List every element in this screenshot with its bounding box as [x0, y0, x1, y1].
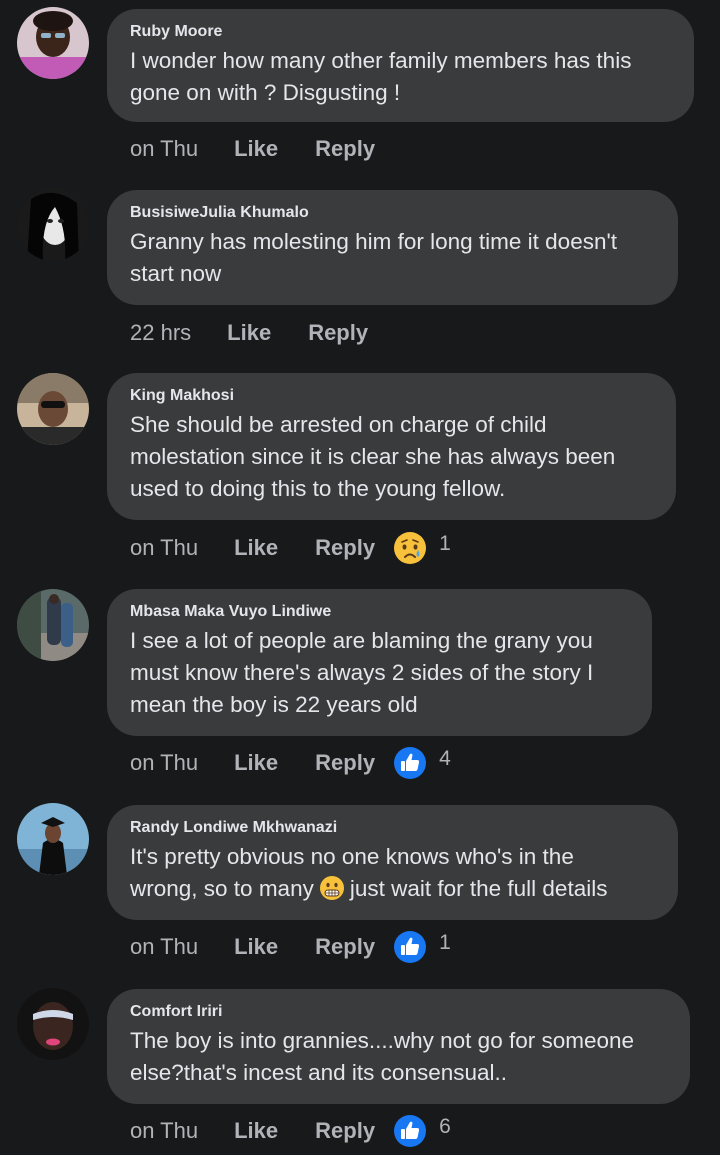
- comment-text-segment: wrong, so to many: [130, 876, 314, 901]
- comment-bubble: Comfort Iriri The boy is into grannies..…: [107, 989, 690, 1104]
- reaction-count[interactable]: 6: [439, 1115, 451, 1139]
- comment-author[interactable]: Comfort Iriri: [130, 1002, 668, 1022]
- comment-text-segment: just wait for the full details: [349, 876, 608, 901]
- comment-timestamp[interactable]: on Thu: [130, 750, 198, 776]
- comment-author[interactable]: BusisiweJulia Khumalo: [130, 203, 656, 223]
- like-button[interactable]: Like: [227, 320, 271, 346]
- avatar[interactable]: [17, 589, 89, 661]
- avatar[interactable]: [17, 189, 89, 261]
- comment-author[interactable]: Mbasa Maka Vuyo Lindiwe: [130, 602, 630, 622]
- reply-button[interactable]: Reply: [308, 320, 368, 346]
- comment-text-line: It's pretty obvious no one knows who's i…: [130, 844, 574, 869]
- comment-bubble: King Makhosi She should be arrested on c…: [107, 373, 676, 520]
- comment-text: It's pretty obvious no one knows who's i…: [130, 841, 656, 905]
- reply-button[interactable]: Reply: [315, 136, 375, 162]
- like-button[interactable]: Like: [234, 750, 278, 776]
- sad-reaction-icon[interactable]: [393, 531, 427, 565]
- avatar[interactable]: [17, 803, 89, 875]
- like-button[interactable]: Like: [234, 1118, 278, 1144]
- comment-text: I see a lot of people are blaming the gr…: [130, 628, 594, 717]
- comment-author[interactable]: King Makhosi: [130, 386, 654, 406]
- comment-actions: 22 hrs Like Reply: [130, 316, 386, 350]
- comment-author[interactable]: Ruby Moore: [130, 22, 672, 42]
- reaction-count[interactable]: 1: [439, 931, 451, 955]
- like-button[interactable]: Like: [234, 136, 278, 162]
- reply-button[interactable]: Reply: [315, 1118, 375, 1144]
- comment-bubble: Ruby Moore I wonder how many other famil…: [107, 9, 694, 122]
- like-reaction-icon[interactable]: [393, 930, 427, 964]
- comment-actions: on Thu Like Reply 1: [130, 930, 451, 964]
- like-button[interactable]: Like: [234, 535, 278, 561]
- reaction-count[interactable]: 4: [439, 747, 451, 771]
- comment-text: I wonder how many other family members h…: [130, 48, 632, 105]
- comment-bubble: BusisiweJulia Khumalo Granny has molesti…: [107, 190, 678, 305]
- like-reaction-icon[interactable]: [393, 1114, 427, 1148]
- comment-bubble: Randy Londiwe Mkhwanazi It's pretty obvi…: [107, 805, 678, 920]
- comment-bubble: Mbasa Maka Vuyo Lindiwe I see a lot of p…: [107, 589, 652, 736]
- comment-timestamp[interactable]: on Thu: [130, 1118, 198, 1144]
- avatar[interactable]: [17, 988, 89, 1060]
- grimace-emoji-icon: [319, 875, 345, 901]
- comment-actions: on Thu Like Reply 4: [130, 746, 451, 780]
- like-reaction-icon[interactable]: [393, 746, 427, 780]
- comment-text: The boy is into grannies....why not go f…: [130, 1028, 635, 1085]
- comment-actions: on Thu Like Reply: [130, 132, 393, 166]
- reply-button[interactable]: Reply: [315, 750, 375, 776]
- reply-button[interactable]: Reply: [315, 934, 375, 960]
- comment-text: She should be arrested on charge of chil…: [130, 412, 616, 501]
- comment-actions: on Thu Like Reply 1: [130, 531, 451, 565]
- like-button[interactable]: Like: [234, 934, 278, 960]
- avatar[interactable]: [17, 373, 89, 445]
- comment-timestamp[interactable]: 22 hrs: [130, 320, 191, 346]
- avatar[interactable]: [17, 7, 89, 79]
- comment-author[interactable]: Randy Londiwe Mkhwanazi: [130, 818, 656, 838]
- comment-timestamp[interactable]: on Thu: [130, 535, 198, 561]
- comment-actions: on Thu Like Reply 6: [130, 1114, 451, 1148]
- reply-button[interactable]: Reply: [315, 535, 375, 561]
- reaction-count[interactable]: 1: [439, 532, 451, 556]
- comment-timestamp[interactable]: on Thu: [130, 136, 198, 162]
- comment-timestamp[interactable]: on Thu: [130, 934, 198, 960]
- comment-text: Granny has molesting him for long time i…: [130, 229, 618, 286]
